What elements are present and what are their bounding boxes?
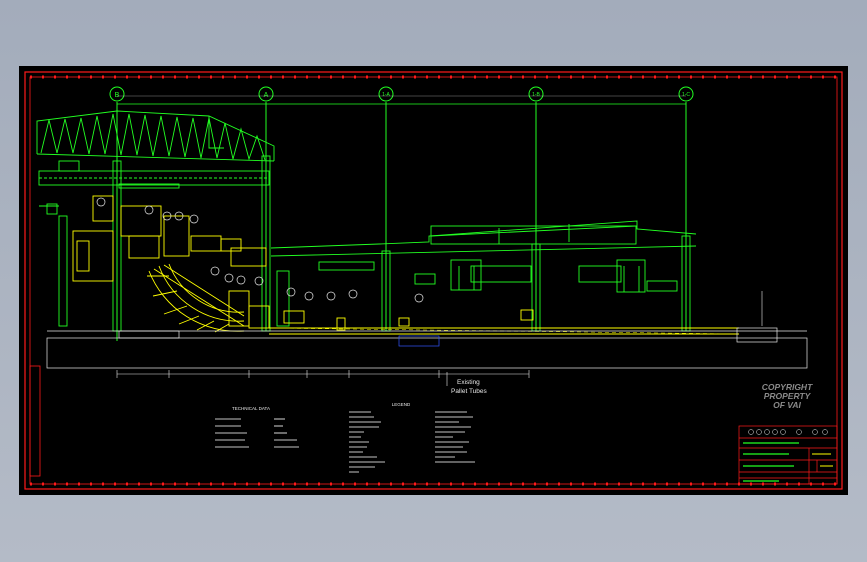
drawing-frame bbox=[24, 71, 843, 490]
pallet-tubes-label: Pallet Tubes bbox=[451, 388, 488, 395]
right-building-columns bbox=[276, 235, 691, 332]
left-building-columns bbox=[39, 155, 271, 332]
copyright-line3: OF VAI bbox=[773, 400, 801, 410]
grid-bubble-label-B: B bbox=[115, 92, 120, 99]
right-building-roof bbox=[270, 220, 697, 257]
grid-bubble-1A: 1-A bbox=[378, 86, 394, 102]
grid-bubble-label-1A: 1-A bbox=[382, 92, 390, 98]
left-building-truss bbox=[36, 110, 275, 189]
grid-bubble-1B: 1-B bbox=[528, 86, 544, 102]
drawing-canvas: B A 1-A 1-B 1-C Existing Pallet Tubes CO… bbox=[24, 71, 843, 490]
grid-bubble-label-A: A bbox=[264, 92, 269, 99]
technical-data-table: TECHNICAL DATA bbox=[215, 406, 299, 448]
balloon-callouts bbox=[96, 197, 424, 303]
legend-heading: LEGEND bbox=[392, 402, 411, 407]
dimension-lines bbox=[116, 95, 763, 378]
legend: LEGEND bbox=[349, 402, 475, 473]
existing-label: Existing bbox=[457, 379, 480, 386]
caster-equipment bbox=[72, 195, 740, 335]
grid-axis-lines bbox=[116, 102, 687, 341]
overhead-cranes bbox=[318, 259, 678, 293]
grid-bubble-1C: 1-C bbox=[678, 86, 694, 102]
existing-annotation: Existing Pallet Tubes bbox=[446, 372, 488, 395]
title-block bbox=[738, 425, 838, 485]
grid-bubble-A: A bbox=[258, 86, 274, 102]
drawing-sheet[interactable]: B A 1-A 1-B 1-C Existing Pallet Tubes CO… bbox=[19, 66, 848, 495]
grid-bubble-label-1B: 1-B bbox=[532, 92, 540, 98]
technical-data-heading: TECHNICAL DATA bbox=[232, 406, 270, 411]
grid-bubble-B: B bbox=[109, 86, 125, 102]
copyright-notice: COPYRIGHT PROPERTY OF VAI bbox=[762, 382, 813, 410]
grid-bubble-label-1C: 1-C bbox=[682, 92, 690, 98]
